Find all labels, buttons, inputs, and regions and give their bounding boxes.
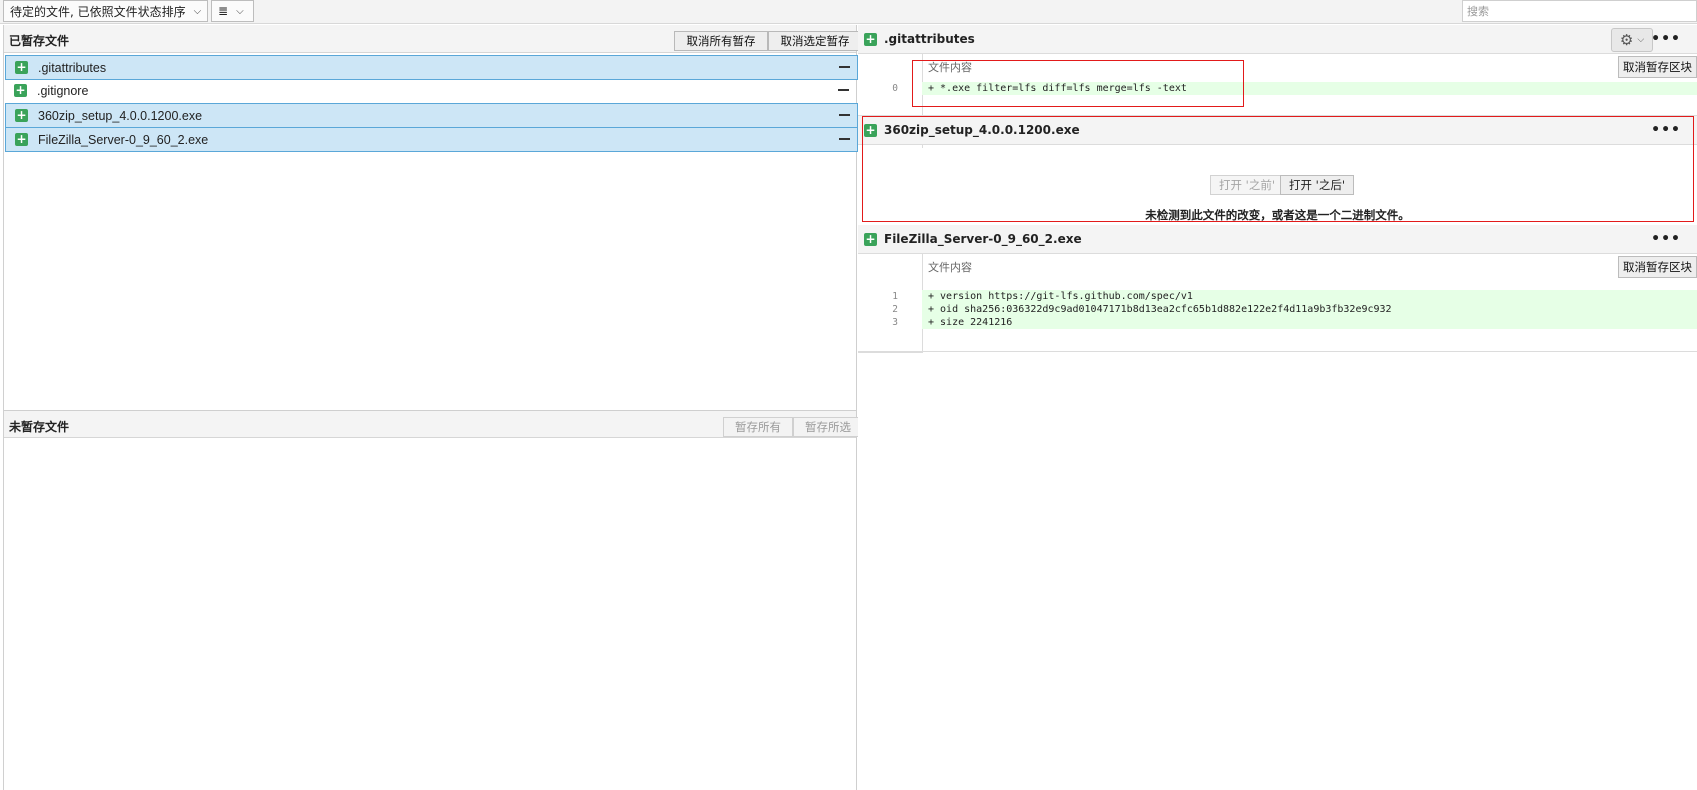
diff-file-header[interactable]: + FileZilla_Server-0_9_60_2.exe ••• bbox=[858, 225, 1697, 254]
staged-file-row[interactable]: + FileZilla_Server-0_9_60_2.exe bbox=[5, 127, 858, 152]
stage-selected-button[interactable]: 暂存所选 bbox=[793, 417, 863, 437]
diff-added-line: + version https://git-lfs.github.com/spe… bbox=[922, 290, 1697, 303]
added-plus-icon: + bbox=[15, 60, 28, 74]
added-plus-icon: + bbox=[864, 31, 877, 46]
unstage-minus-icon[interactable] bbox=[837, 132, 851, 145]
more-options-icon[interactable]: ••• bbox=[1651, 31, 1681, 47]
highlight-annotation-box bbox=[862, 116, 1694, 222]
unstage-selected-button[interactable]: 取消选定暂存 bbox=[768, 31, 862, 51]
staged-file-row[interactable]: + 360zip_setup_4.0.0.1200.exe bbox=[5, 103, 858, 128]
file-name: .gitignore bbox=[37, 83, 89, 98]
list-view-icon: ≣ bbox=[218, 4, 229, 18]
unstaged-title: 未暂存文件 bbox=[9, 420, 70, 434]
search-placeholder: 搜索 bbox=[1467, 5, 1489, 18]
unstaged-header: 未暂存文件 暂存所有 暂存所选 bbox=[4, 410, 863, 438]
hunk-header: 文件内容 取消暂存区块 bbox=[922, 254, 1697, 279]
line-number: 1 bbox=[892, 291, 898, 302]
hunk-label: 文件内容 bbox=[928, 260, 972, 274]
settings-gear-button[interactable]: ⚙ ⌵ bbox=[1611, 28, 1653, 52]
added-plus-icon: + bbox=[15, 132, 28, 146]
search-input[interactable]: 搜索 bbox=[1462, 0, 1697, 22]
diff-file-header[interactable]: + .gitattributes ⚙ ⌵ ••• bbox=[858, 25, 1697, 54]
added-plus-icon: + bbox=[864, 231, 877, 246]
line-number: 0 bbox=[892, 83, 898, 94]
file-name: 360zip_setup_4.0.0.1200.exe bbox=[38, 108, 203, 123]
diff-file-name: .gitattributes bbox=[884, 32, 975, 46]
diff-file-name: FileZilla_Server-0_9_60_2.exe bbox=[884, 232, 1082, 246]
unstage-minus-icon[interactable] bbox=[837, 108, 851, 121]
more-options-icon[interactable]: ••• bbox=[1651, 231, 1681, 247]
sort-mode-label: 待定的文件, 已依照文件状态排序 bbox=[10, 4, 186, 19]
staged-file-row[interactable]: + .gitattributes bbox=[5, 55, 858, 80]
diff-panel: + .gitattributes ⚙ ⌵ ••• 文件内容 取消暂存区块 0 +… bbox=[858, 25, 1697, 790]
sort-mode-dropdown[interactable]: 待定的文件, 已依照文件状态排序 ⌵ bbox=[3, 0, 208, 22]
unstage-minus-icon[interactable] bbox=[837, 60, 851, 73]
line-number: 2 bbox=[892, 304, 898, 315]
top-toolbar: 待定的文件, 已依照文件状态排序 ⌵ ≣ ⌵ 搜索 bbox=[0, 0, 1697, 24]
diff-end-divider bbox=[858, 351, 1697, 352]
gear-icon: ⚙ bbox=[1619, 31, 1634, 49]
stage-all-button[interactable]: 暂存所有 bbox=[723, 417, 793, 437]
diff-added-line: + size 2241216 bbox=[922, 316, 1697, 329]
line-number: 3 bbox=[892, 317, 898, 328]
chevron-down-icon: ⌵ bbox=[193, 5, 202, 17]
staged-file-row[interactable]: + .gitignore bbox=[5, 79, 856, 102]
view-mode-dropdown[interactable]: ≣ ⌵ bbox=[211, 0, 254, 22]
staged-header: 已暂存文件 取消所有暂存 取消选定暂存 bbox=[4, 25, 862, 53]
unstage-all-button[interactable]: 取消所有暂存 bbox=[674, 31, 768, 51]
unstage-hunk-button[interactable]: 取消暂存区块 bbox=[1618, 256, 1697, 278]
unstage-hunk-button[interactable]: 取消暂存区块 bbox=[1618, 56, 1697, 78]
chevron-down-icon: ⌵ bbox=[1637, 35, 1645, 45]
diff-added-line: + oid sha256:036322d9c9ad01047171b8d13ea… bbox=[922, 303, 1697, 316]
added-plus-icon: + bbox=[15, 108, 28, 122]
chevron-down-icon: ⌵ bbox=[236, 5, 244, 17]
staged-title: 已暂存文件 bbox=[9, 34, 70, 48]
file-list-panel: 已暂存文件 取消所有暂存 取消选定暂存 + .gitattributes + .… bbox=[3, 25, 863, 790]
unstage-minus-icon[interactable] bbox=[836, 83, 850, 96]
file-name: FileZilla_Server-0_9_60_2.exe bbox=[38, 132, 209, 147]
file-name: .gitattributes bbox=[38, 60, 107, 75]
highlight-annotation-box bbox=[912, 60, 1244, 107]
added-plus-icon: + bbox=[14, 83, 27, 97]
